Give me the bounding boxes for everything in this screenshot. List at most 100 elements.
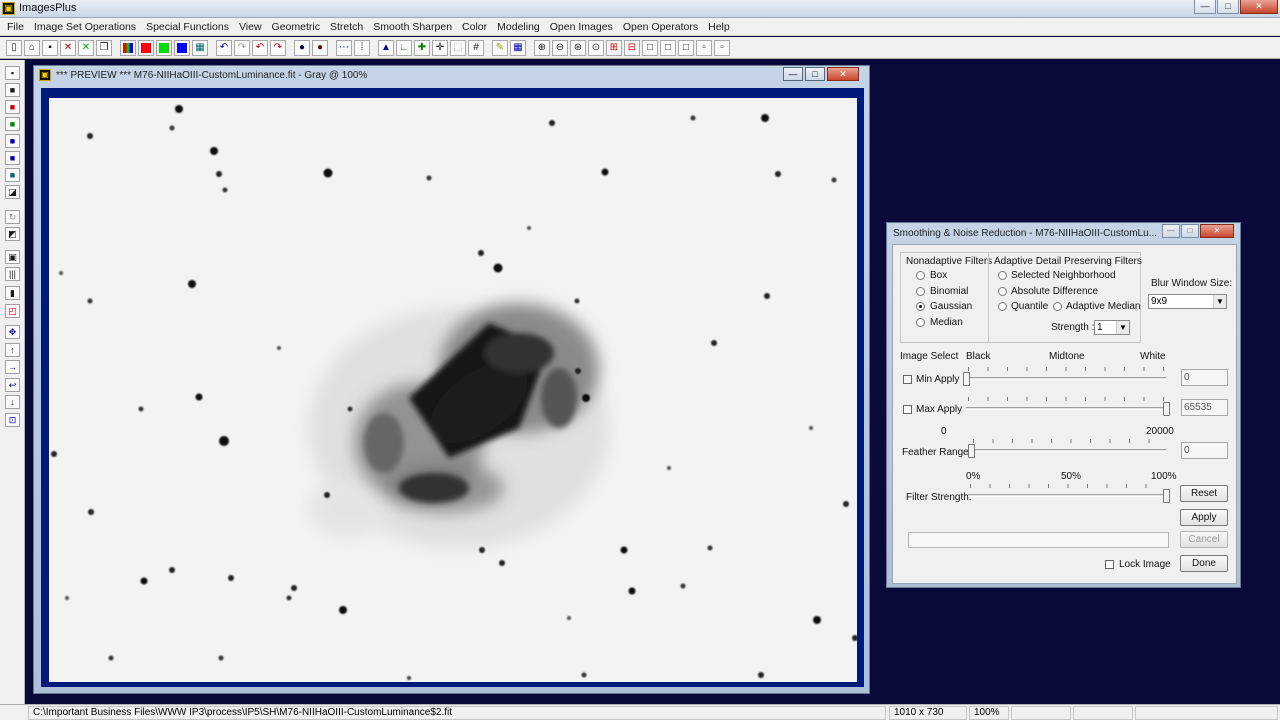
menu-open-images[interactable]: Open Images — [545, 21, 618, 33]
menu-smooth-sharpen[interactable]: Smooth Sharpen — [368, 21, 457, 33]
close-image-icon[interactable]: ✕ — [60, 39, 76, 56]
red-black-icon[interactable]: ■ — [5, 100, 20, 114]
menu-geometric[interactable]: Geometric — [267, 21, 325, 33]
columns-icon[interactable]: ||| — [5, 267, 20, 281]
new-file-icon[interactable]: ▯ — [6, 39, 22, 56]
save-image-icon[interactable]: ▪ — [5, 66, 20, 80]
pencil-icon[interactable]: ✎ — [492, 39, 508, 56]
window-small-icon[interactable]: □ — [678, 39, 694, 56]
maximize-icon[interactable]: □ — [1181, 224, 1199, 238]
min-apply-value[interactable]: 0 — [1181, 369, 1228, 386]
arrow-up-icon[interactable]: ↑ — [5, 343, 20, 357]
window-tiny-icon[interactable]: ▫ — [696, 39, 712, 56]
circle-select-alt-icon[interactable]: ● — [312, 39, 328, 56]
close-icon[interactable]: ✕ — [1200, 224, 1234, 238]
radio-box[interactable] — [916, 271, 925, 280]
minimize-icon[interactable]: — — [1194, 0, 1216, 14]
zoom-actual-icon[interactable]: ⊙ — [588, 39, 604, 56]
redo-icon[interactable]: ↷ — [234, 39, 250, 56]
window-square-icon[interactable]: □ — [642, 39, 658, 56]
close-icon[interactable]: ✕ — [827, 67, 859, 81]
box-arrow-icon[interactable]: ⊡ — [5, 413, 20, 427]
min-apply-checkbox[interactable] — [903, 375, 912, 384]
diagonal-icon[interactable]: ◩ — [5, 227, 20, 241]
curve-icon[interactable]: ∟ — [396, 39, 412, 56]
arrow-right-icon[interactable]: → — [5, 360, 20, 374]
column-icon[interactable]: ▮ — [5, 286, 20, 300]
rgb-channels-icon[interactable] — [120, 39, 136, 56]
max-apply-slider[interactable] — [1163, 402, 1170, 416]
red-channel-icon[interactable] — [138, 39, 154, 56]
strength-select[interactable]: 1 ▼ — [1094, 320, 1130, 335]
open-folder-icon[interactable]: ⌂ — [24, 39, 40, 56]
copy-icon[interactable]: ❐ — [96, 39, 112, 56]
blue-layer-icon[interactable]: ■ — [5, 151, 20, 165]
menu-modeling[interactable]: Modeling — [492, 21, 545, 33]
zoom-in-icon[interactable]: ⊕ — [534, 39, 550, 56]
menu-file[interactable]: File — [2, 21, 29, 33]
green-black-icon[interactable]: ■ — [5, 117, 20, 131]
region-icon[interactable]: ◰ — [5, 304, 20, 318]
mosaic-icon[interactable]: ▦ — [510, 39, 526, 56]
filter-strength-slider[interactable] — [1163, 489, 1170, 503]
radio-gaussian[interactable] — [916, 302, 925, 311]
maximize-icon[interactable]: □ — [805, 67, 825, 81]
menu-open-operators[interactable]: Open Operators — [618, 21, 703, 33]
minimize-icon[interactable]: — — [783, 67, 803, 81]
move-icon[interactable]: ✥ — [5, 325, 20, 339]
arrow-down-icon[interactable]: ↓ — [5, 395, 20, 409]
apply-button[interactable]: Apply — [1180, 509, 1228, 526]
feather-range-slider[interactable] — [968, 444, 975, 458]
preview-image[interactable] — [49, 98, 858, 682]
menu-view[interactable]: View — [234, 21, 267, 33]
rotate-icon[interactable]: ↻ — [5, 210, 20, 224]
min-apply-slider[interactable] — [963, 372, 970, 386]
select-area-icon[interactable]: ⬚ — [450, 39, 466, 56]
menu-help[interactable]: Help — [703, 21, 735, 33]
grid-icon[interactable]: ▦ — [192, 39, 208, 56]
blur-window-select[interactable]: 9x9 ▼ — [1148, 294, 1227, 309]
minimize-icon[interactable]: — — [1162, 224, 1180, 238]
cancel-button[interactable]: Cancel — [1180, 531, 1228, 548]
close-all-icon[interactable]: ✕ — [78, 39, 94, 56]
radio-binomial[interactable] — [916, 287, 925, 296]
remove-frame-icon[interactable]: ⊟ — [624, 39, 640, 56]
menu-stretch[interactable]: Stretch — [325, 21, 368, 33]
add-frame-icon[interactable]: ⊞ — [606, 39, 622, 56]
maximize-icon[interactable]: □ — [1217, 0, 1239, 14]
dotted-line-icon[interactable]: ⋯ — [336, 39, 352, 56]
frame-icon[interactable]: ▣ — [5, 250, 20, 264]
add-point-icon[interactable]: ✚ — [414, 39, 430, 56]
radio-selected-neighborhood[interactable] — [998, 271, 1007, 280]
grid-select-icon[interactable]: # — [468, 39, 484, 56]
green-channel-icon[interactable] — [156, 39, 172, 56]
menu-color[interactable]: Color — [457, 21, 492, 33]
menu-image-set-operations[interactable]: Image Set Operations — [29, 21, 141, 33]
window-min-icon[interactable]: ▫ — [714, 39, 730, 56]
radio-quantile[interactable] — [998, 302, 1007, 311]
lock-image-checkbox[interactable] — [1105, 560, 1114, 569]
radio-absolute-difference[interactable] — [998, 287, 1007, 296]
max-apply-checkbox[interactable] — [903, 405, 912, 414]
close-icon[interactable]: ✕ — [1240, 0, 1278, 14]
teal-layer-icon[interactable]: ■ — [5, 168, 20, 182]
histogram-icon[interactable]: ▲ — [378, 39, 394, 56]
done-button[interactable]: Done — [1180, 555, 1228, 572]
black-swatch-icon[interactable]: ■ — [5, 83, 20, 97]
layer-icon[interactable]: ◪ — [5, 185, 20, 199]
max-apply-value[interactable]: 65535 — [1181, 399, 1228, 416]
arrow-back-icon[interactable]: ↩ — [5, 378, 20, 392]
reset-button[interactable]: Reset — [1180, 485, 1228, 502]
scatter-icon[interactable]: ⁞ — [354, 39, 370, 56]
radio-median[interactable] — [916, 318, 925, 327]
window-square-alt-icon[interactable]: □ — [660, 39, 676, 56]
crosshair-icon[interactable]: ✛ — [432, 39, 448, 56]
zoom-fit-icon[interactable]: ⊛ — [570, 39, 586, 56]
menu-special-functions[interactable]: Special Functions — [141, 21, 234, 33]
feather-range-value[interactable]: 0 — [1181, 442, 1228, 459]
blue-channel-icon[interactable] — [174, 39, 190, 56]
save-icon[interactable]: ▪ — [42, 39, 58, 56]
circle-select-icon[interactable]: ● — [294, 39, 310, 56]
redo-all-icon[interactable]: ↷ — [270, 39, 286, 56]
radio-adaptive-median[interactable] — [1053, 302, 1062, 311]
